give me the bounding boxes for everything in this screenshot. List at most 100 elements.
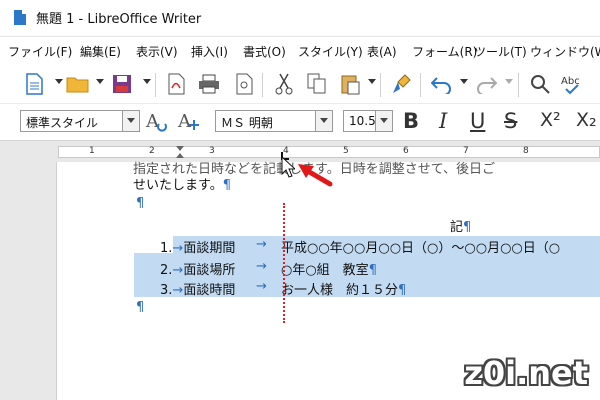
writer-app-icon — [14, 10, 26, 25]
pilcrow-mark: ¶ — [398, 283, 407, 298]
clone-formatting-icon[interactable] — [390, 72, 414, 96]
separator — [262, 73, 263, 97]
horizontal-ruler[interactable]: 1 2 3 4 5 6 7 8 — [58, 146, 600, 160]
first-line-indent-marker[interactable] — [176, 146, 184, 151]
pilcrow-mark: ¶ — [222, 178, 231, 193]
pilcrow-mark: ¶ — [136, 300, 145, 315]
tab-arrow: → — [172, 263, 184, 278]
update-style-icon[interactable]: A — [145, 108, 169, 132]
menu-format[interactable]: 書式(O) — [243, 43, 286, 60]
list-value-line: お一人様 約１５分¶ — [281, 279, 406, 298]
list-label: 面談時間 — [183, 283, 236, 298]
ruler-number: 7 — [463, 146, 469, 156]
list-label: 面談期間 — [183, 241, 236, 256]
ruler-number: 5 — [343, 146, 349, 156]
underline-button[interactable]: U — [470, 109, 485, 133]
copy-icon[interactable] — [305, 72, 329, 96]
menu-bar: ファイル(F) 編集(E) 表示(V) 挿入(I) 書式(O) スタイル(Y) … — [0, 37, 600, 65]
menu-tools[interactable]: ツール(T) — [474, 43, 527, 60]
list-item[interactable]: 1.→面談期間 — [160, 237, 235, 256]
save-icon[interactable] — [110, 72, 134, 96]
paste-icon[interactable] — [338, 72, 362, 96]
undo-dropdown-icon[interactable] — [460, 79, 468, 84]
window-title: 無題 1 - LibreOffice Writer — [36, 12, 202, 27]
ruler-number: 8 — [523, 146, 529, 156]
list-value: 平成○○年○○月○○日（○）～○○月○○日（○ — [281, 241, 561, 256]
menu-styles[interactable]: スタイル(Y) — [298, 43, 363, 60]
new-style-icon[interactable]: A — [177, 108, 201, 132]
open-dropdown-icon[interactable] — [96, 79, 104, 84]
paragraph-style-combobox[interactable]: 標準スタイル — [20, 110, 140, 132]
paragraph-style-value: 標準スタイル — [26, 116, 99, 130]
ruler-number: 2 — [149, 146, 155, 156]
list-value: ○年○組 教室 — [281, 263, 369, 278]
menu-form[interactable]: フォーム(R) — [412, 43, 477, 60]
pilcrow-mark: ¶ — [136, 196, 145, 211]
menu-insert[interactable]: 挿入(I) — [191, 43, 228, 60]
undo-icon[interactable] — [430, 72, 454, 96]
tab-arrow: → — [172, 283, 184, 298]
separator — [380, 73, 381, 97]
menu-view[interactable]: 表示(V) — [136, 43, 178, 60]
list-item[interactable]: 3.→面談時間 — [160, 279, 235, 298]
tab-arrow: → — [256, 237, 267, 252]
ruler-number: 3 — [209, 146, 215, 156]
menu-table[interactable]: 表(A) — [367, 43, 397, 60]
open-folder-icon[interactable] — [66, 72, 90, 96]
separator — [518, 73, 519, 97]
new-dropdown-icon[interactable] — [55, 79, 63, 84]
save-dropdown-icon[interactable] — [143, 79, 151, 84]
paste-dropdown-icon[interactable] — [368, 79, 376, 84]
chevron-down-icon[interactable] — [315, 111, 332, 131]
menu-file[interactable]: ファイル(F) — [8, 43, 72, 60]
site-watermark: z0i.net — [464, 354, 588, 392]
redo-dropdown-icon[interactable] — [505, 79, 513, 84]
strikethrough-button[interactable]: S — [504, 109, 517, 133]
tab-arrow: → — [172, 241, 184, 256]
menu-edit[interactable]: 編集(E) — [80, 43, 121, 60]
pilcrow-mark: ¶ — [368, 263, 377, 278]
standard-toolbar: Abc — [0, 65, 600, 104]
superscript-button[interactable]: X² — [540, 109, 561, 131]
list-label: 面談場所 — [183, 263, 236, 278]
chevron-down-icon[interactable] — [375, 111, 392, 131]
separator — [155, 73, 156, 97]
chevron-down-icon[interactable] — [122, 111, 139, 131]
font-name-combobox[interactable]: ＭＳ 明朝 — [215, 110, 333, 132]
title-bar: 無題 1 - LibreOffice Writer — [0, 0, 600, 37]
separator — [420, 73, 421, 97]
body-text-line: せいたします。¶ — [133, 174, 231, 193]
subscript-button[interactable]: X₂ — [576, 109, 597, 131]
red-arrow-icon — [298, 164, 333, 187]
find-replace-icon[interactable] — [528, 72, 552, 96]
print-preview-icon[interactable] — [232, 72, 256, 96]
list-value-line: ○年○組 教室¶ — [281, 259, 377, 278]
tab-arrow: → — [256, 279, 267, 294]
list-number: 1. — [160, 241, 173, 256]
redo-icon[interactable] — [474, 72, 498, 96]
spellcheck-icon[interactable]: Abc — [560, 72, 584, 96]
pilcrow-mark: ¶ — [463, 220, 472, 235]
tab-position-guide — [283, 203, 285, 323]
print-icon[interactable] — [197, 72, 221, 96]
ruler-number: 6 — [403, 146, 409, 156]
list-number: 2. — [160, 263, 173, 278]
tab-arrow: → — [256, 259, 267, 274]
svg-text:A: A — [177, 111, 192, 132]
export-pdf-icon[interactable] — [164, 72, 188, 96]
cut-icon[interactable] — [272, 72, 296, 96]
menu-window[interactable]: ウィンドウ(W) — [530, 43, 600, 60]
heading-line: 記¶ — [450, 216, 471, 235]
font-size-value: 10.5 — [349, 114, 376, 128]
list-item[interactable]: 2.→面談場所 — [160, 259, 235, 278]
bold-button[interactable]: B — [403, 109, 419, 133]
italic-button[interactable]: I — [439, 109, 447, 133]
list-value: お一人様 約１５分 — [281, 283, 399, 298]
font-name-value: ＭＳ 明朝 — [221, 116, 273, 130]
font-size-combobox[interactable]: 10.5 — [343, 110, 393, 132]
list-number: 3. — [160, 283, 173, 298]
body-text: せいたします。 — [133, 178, 223, 193]
ruler-number: 1 — [89, 146, 95, 156]
new-document-icon[interactable] — [22, 72, 46, 96]
formatting-toolbar: 標準スタイル A A ＭＳ 明朝 10.5 B I U S X² X₂ — [0, 104, 600, 140]
